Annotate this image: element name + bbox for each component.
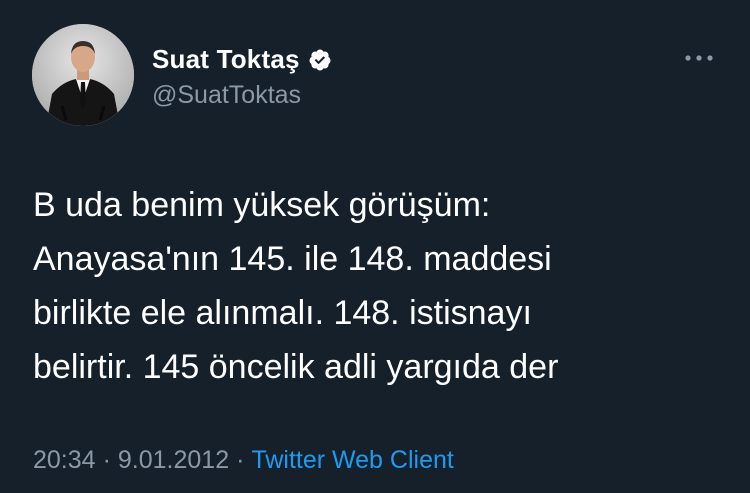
tweet-source-link[interactable]: Twitter Web Client [251, 446, 453, 474]
tweet-text-line: B uda benim yüksek görüşüm: [33, 186, 491, 224]
tweet-text-line: birlikte ele alınmalı. 148. istisnayı [33, 294, 532, 332]
tweet-date[interactable]: 9.01.2012 [118, 446, 229, 474]
avatar[interactable] [32, 24, 134, 126]
author-display-name[interactable]: Suat Toktaş [152, 44, 300, 75]
tweet-text: B uda benim yüksek görüşüm: Anayasa'nın … [33, 178, 723, 394]
tweet-time[interactable]: 20:34 [33, 446, 96, 474]
author-handle[interactable]: @SuatToktas [152, 81, 301, 110]
author-name-row: Suat Toktaş [152, 44, 332, 75]
tweet-card: Suat Toktaş @SuatToktas B uda benim yüks… [0, 0, 750, 493]
more-options-icon[interactable] [683, 48, 715, 68]
tweet-text-line: belirtir. 145 öncelik adli yargıda der [33, 348, 559, 386]
meta-separator: · [236, 446, 245, 474]
meta-separator: · [102, 446, 111, 474]
tweet-text-line: Anayasa'nın 145. ile 148. maddesi [33, 240, 552, 278]
verified-badge-icon [308, 48, 332, 72]
tweet-meta: 20:34 · 9.01.2012 · Twitter Web Client [33, 446, 454, 475]
